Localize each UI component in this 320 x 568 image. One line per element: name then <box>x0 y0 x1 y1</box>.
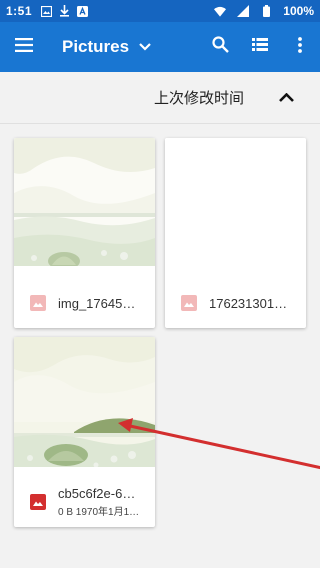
download-notification-icon <box>58 5 70 17</box>
chevron-down-icon <box>139 38 151 56</box>
sort-by-label[interactable]: 上次修改时间 <box>154 87 244 108</box>
file-info: cb5c6f2e-6… 0 B 1970年1月1… <box>14 477 155 527</box>
image-file-icon <box>30 295 46 311</box>
list-view-icon <box>252 38 268 56</box>
file-name: 176231301… <box>209 295 288 311</box>
image-file-icon <box>30 494 46 510</box>
file-info: 176231301… <box>165 278 306 328</box>
menu-button[interactable] <box>0 22 48 72</box>
file-meta: 0 B 1970年1月1… <box>58 507 140 518</box>
file-name: cb5c6f2e-6… <box>58 486 136 501</box>
signal-icon <box>237 5 250 17</box>
search-button[interactable] <box>200 22 240 72</box>
wifi-icon <box>214 5 227 17</box>
image-file-icon <box>181 295 197 311</box>
more-options-button[interactable] <box>280 22 320 72</box>
status-bar: 1:51 100% <box>0 0 320 22</box>
file-thumbnail <box>14 138 155 278</box>
app-bar: Pictures <box>0 22 320 72</box>
menu-icon <box>15 37 33 57</box>
more-vert-icon <box>298 36 302 58</box>
file-thumbnail <box>14 337 155 477</box>
file-card[interactable]: cb5c6f2e-6… 0 B 1970年1月1… <box>14 337 155 527</box>
folder-dropdown-button[interactable] <box>131 22 159 72</box>
file-grid: img_17645… 176231301… cb5c6f2e-6… 0 B 19… <box>0 125 320 568</box>
file-card[interactable]: 176231301… <box>165 138 306 328</box>
chevron-up-icon <box>278 89 294 107</box>
battery-level: 100% <box>283 4 314 18</box>
file-thumbnail <box>165 138 306 278</box>
sort-bar: 上次修改时间 <box>0 72 320 124</box>
file-card[interactable]: img_17645… <box>14 138 155 328</box>
sort-direction-button[interactable] <box>268 78 304 118</box>
app-notification-icon <box>76 5 88 17</box>
battery-icon <box>260 5 272 17</box>
file-info: img_17645… <box>14 278 155 328</box>
list-view-button[interactable] <box>240 22 280 72</box>
picture-notification-icon <box>40 5 52 17</box>
file-name: img_17645… <box>58 295 136 311</box>
folder-title[interactable]: Pictures <box>62 37 129 57</box>
status-time: 1:51 <box>6 4 33 18</box>
search-icon <box>211 36 229 58</box>
